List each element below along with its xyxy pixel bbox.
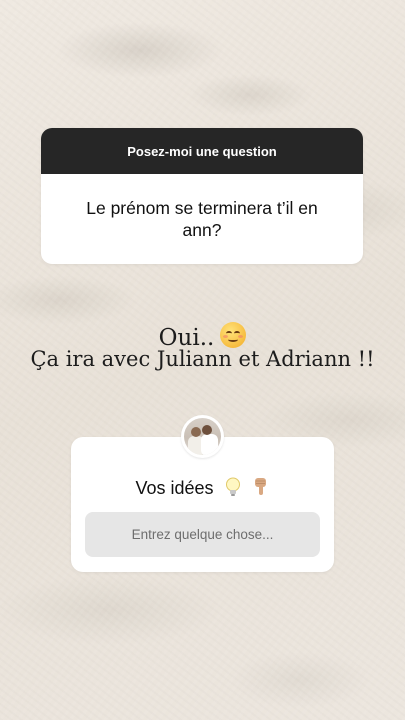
question-text: Le prénom se terminera t’il en ann? — [86, 198, 318, 240]
ideas-title-row: Vos idées — [71, 477, 334, 502]
pointing-down-icon — [252, 477, 270, 502]
avatar — [181, 415, 224, 458]
relieved-face-emoji — [220, 322, 247, 348]
question-sticker: Posez-moi une question Le prénom se term… — [41, 128, 363, 264]
light-bulb-icon — [225, 477, 241, 502]
avatar-photo — [184, 418, 221, 455]
answer-line-2: Ça ira avec Juliann et Adriann !! — [30, 347, 375, 371]
ideas-title: Vos idées — [135, 478, 214, 498]
ideas-answer-input[interactable] — [85, 512, 320, 557]
question-sticker-header: Posez-moi une question — [41, 128, 363, 174]
